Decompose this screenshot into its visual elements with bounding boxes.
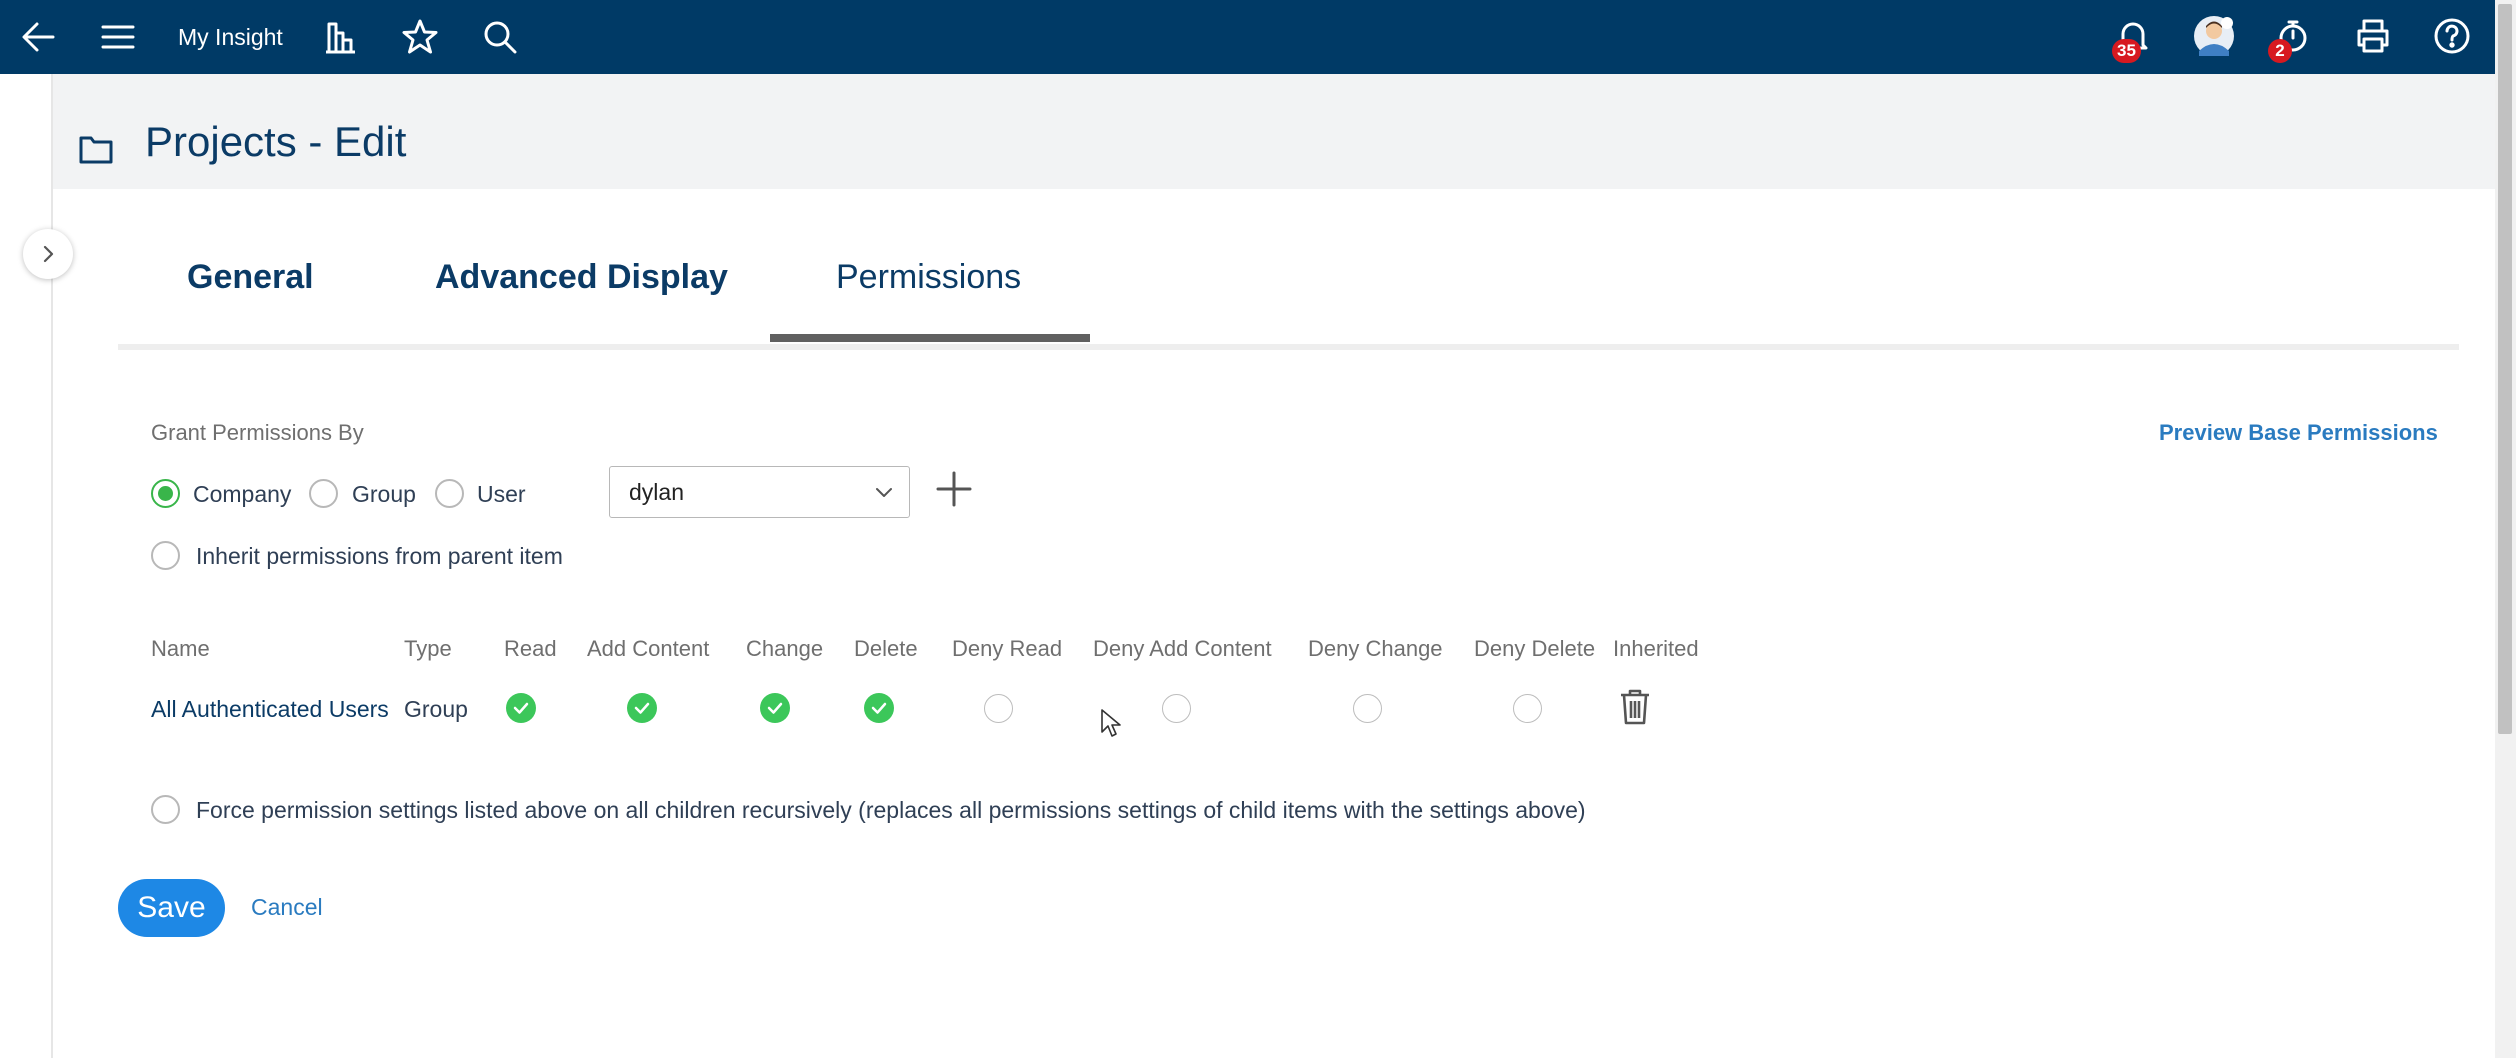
force-permissions-radio[interactable] xyxy=(151,795,180,824)
tab-divider xyxy=(118,344,2459,350)
star-icon[interactable] xyxy=(400,17,440,57)
group-radio[interactable] xyxy=(309,479,338,508)
printer-icon[interactable] xyxy=(2353,16,2393,56)
col-header-deny-read: Deny Read xyxy=(952,636,1063,661)
deny-add-content-checkbox[interactable] xyxy=(1162,694,1191,723)
notifications-badge: 35 xyxy=(2112,39,2141,63)
col-header-change: Change xyxy=(746,636,824,661)
col-header-deny-change: Deny Change xyxy=(1308,636,1443,661)
left-sidebar-rail xyxy=(0,74,53,1058)
user-avatar[interactable] xyxy=(2192,14,2236,58)
change-checkbox-checked[interactable] xyxy=(760,693,790,723)
group-radio-label[interactable]: Group xyxy=(352,481,416,508)
preview-base-permissions-link[interactable]: Preview Base Permissions xyxy=(2159,420,2438,446)
grantee-select-value: dylan xyxy=(629,479,684,505)
tab-permissions[interactable]: Permissions xyxy=(836,258,1021,297)
col-header-deny-delete: Deny Delete xyxy=(1474,636,1596,661)
search-icon[interactable] xyxy=(480,17,520,57)
tab-general[interactable]: General xyxy=(187,258,314,297)
check-icon xyxy=(513,702,529,714)
page-title: Projects - Edit xyxy=(145,118,407,165)
col-header-inherited: Inherited xyxy=(1613,636,1699,661)
menu-icon[interactable] xyxy=(98,17,138,57)
tab-advanced-display[interactable]: Advanced Display xyxy=(435,258,728,297)
check-icon xyxy=(871,702,887,714)
row-name: All Authenticated Users xyxy=(151,696,389,722)
read-checkbox-checked[interactable] xyxy=(506,693,536,723)
check-icon xyxy=(767,702,783,714)
page: My Insight 35 2 Projects - Edit General … xyxy=(0,0,2516,1058)
delete-checkbox-checked[interactable] xyxy=(864,693,894,723)
col-header-read: Read xyxy=(504,636,557,661)
force-permissions-label[interactable]: Force permission settings listed above o… xyxy=(196,797,1586,824)
scrollbar-thumb[interactable] xyxy=(2498,4,2512,734)
deny-delete-checkbox[interactable] xyxy=(1513,694,1542,723)
inherit-permissions-label[interactable]: Inherit permissions from parent item xyxy=(196,543,563,570)
folder-icon xyxy=(78,133,114,170)
page-header xyxy=(53,74,2495,189)
col-header-delete: Delete xyxy=(854,636,918,661)
add-grantee-button[interactable] xyxy=(934,469,974,509)
deny-read-checkbox[interactable] xyxy=(984,694,1013,723)
expand-sidebar-button[interactable] xyxy=(23,229,73,279)
user-radio[interactable] xyxy=(435,479,464,508)
mouse-cursor-icon xyxy=(1100,708,1122,743)
help-icon[interactable] xyxy=(2432,16,2472,56)
user-radio-label[interactable]: User xyxy=(477,481,526,508)
inherit-permissions-radio[interactable] xyxy=(151,541,180,570)
chevron-down-icon xyxy=(873,481,895,508)
grant-permissions-label: Grant Permissions By xyxy=(151,420,364,445)
col-header-type: Type xyxy=(404,636,452,661)
grantee-select[interactable]: dylan xyxy=(609,466,910,518)
plus-icon xyxy=(936,471,972,507)
timers-badge: 2 xyxy=(2268,39,2292,63)
save-button[interactable]: Save xyxy=(118,879,225,937)
check-icon xyxy=(634,702,650,714)
active-tab-indicator xyxy=(770,334,1090,342)
row-type: Group xyxy=(404,696,468,722)
company-radio-label[interactable]: Company xyxy=(193,481,291,508)
cancel-link[interactable]: Cancel xyxy=(251,894,323,921)
app-title[interactable]: My Insight xyxy=(178,0,283,74)
trash-icon[interactable] xyxy=(1618,688,1652,731)
top-navigation-bar: My Insight 35 2 xyxy=(0,0,2495,74)
col-header-name: Name xyxy=(151,636,210,661)
col-header-add-content: Add Content xyxy=(587,636,710,661)
chevron-right-icon xyxy=(43,245,54,263)
add-content-checkbox-checked[interactable] xyxy=(627,693,657,723)
bar-chart-icon[interactable] xyxy=(320,17,360,57)
col-header-deny-add-content: Deny Add Content xyxy=(1093,636,1272,661)
back-arrow-icon[interactable] xyxy=(18,17,58,57)
company-radio[interactable] xyxy=(151,479,180,508)
deny-change-checkbox[interactable] xyxy=(1353,694,1382,723)
